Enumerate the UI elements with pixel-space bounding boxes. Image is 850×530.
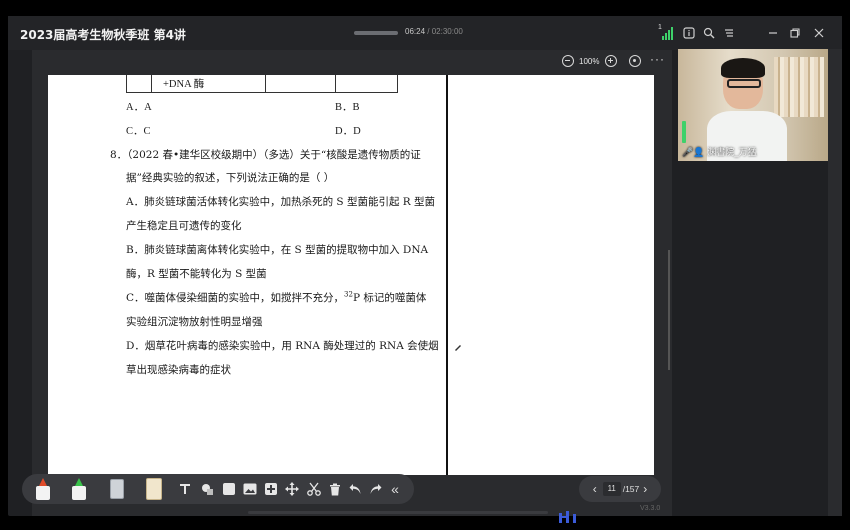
zoom-out-icon[interactable] bbox=[562, 55, 574, 67]
option-c-text-pre: C．噬菌体侵染细菌的实验中，如搅拌不充分， bbox=[126, 292, 345, 304]
signal-icon: 1 bbox=[658, 24, 674, 40]
redo-icon[interactable] bbox=[368, 478, 382, 500]
question-8-option-c-line-1: C．噬菌体侵染细菌的实验中，如搅拌不充分，32P 标记的噬菌体 bbox=[126, 290, 426, 305]
question-8-option-b-line-1: B．肺炎链球菌离体转化实验中，在 S 型菌的提取物中加入 DNA bbox=[126, 244, 429, 256]
option-b: B．B bbox=[335, 102, 360, 113]
vertical-scrollbar[interactable] bbox=[668, 250, 670, 370]
minimize-icon[interactable] bbox=[764, 24, 782, 42]
bottom-progress-bar bbox=[248, 511, 548, 514]
drawing-toolbar: « bbox=[22, 474, 414, 504]
playback-progress[interactable] bbox=[354, 31, 398, 35]
side-strip bbox=[828, 49, 842, 516]
isotope-superscript: 32 bbox=[344, 290, 353, 299]
image-tool-icon[interactable] bbox=[242, 478, 258, 500]
document-toolbar: 100% ··· bbox=[32, 50, 672, 74]
search-zoom-icon[interactable] bbox=[700, 24, 718, 42]
fit-page-icon[interactable] bbox=[629, 55, 641, 67]
document-viewer: 100% ··· +DNA 酶 A．A B．B C．C D．D 8．（2022 … bbox=[32, 50, 672, 516]
page-navigator: ‹ 11 /157 › bbox=[579, 476, 661, 502]
close-icon[interactable] bbox=[810, 24, 828, 42]
logo-mark bbox=[558, 511, 580, 523]
time-current: 06:24 bbox=[405, 27, 426, 36]
zoom-in-icon[interactable] bbox=[605, 55, 617, 67]
title-bar: 2023届高考生物秋季班 第4讲 06:24 / 02:30:00 1 bbox=[8, 16, 842, 50]
rectangle-tool-icon[interactable] bbox=[222, 478, 236, 500]
option-c: C．C bbox=[126, 126, 151, 137]
signal-level: 1 bbox=[658, 24, 662, 31]
collapse-toolbar-icon[interactable]: « bbox=[388, 478, 402, 500]
eraser-tool-icon[interactable] bbox=[110, 479, 124, 499]
current-page-input[interactable]: 11 bbox=[602, 482, 621, 496]
question-8-option-d-line-2: 草出现感染病毒的症状 bbox=[126, 364, 231, 376]
highlighter-tool-icon[interactable] bbox=[72, 478, 86, 500]
text-tool-icon[interactable] bbox=[178, 478, 192, 500]
shape-tool-icon[interactable] bbox=[200, 478, 214, 500]
restore-icon[interactable] bbox=[786, 24, 804, 42]
option-c-text-post: P 标记的噬菌体 bbox=[352, 292, 427, 304]
app-window: 2023届高考生物秋季班 第4讲 06:24 / 02:30:00 1 100%… bbox=[8, 16, 842, 523]
add-icon[interactable] bbox=[264, 478, 278, 500]
info-icon[interactable] bbox=[680, 24, 698, 42]
question-8-option-c-line-2: 实验组沉淀物放射性明显增强 bbox=[126, 316, 263, 328]
pen-tool-icon[interactable] bbox=[36, 478, 50, 500]
time-separator: / bbox=[425, 27, 432, 36]
zoom-level: 100% bbox=[579, 57, 600, 66]
question-8-option-a-line-1: A．肺炎链球菌活体转化实验中，加热杀死的 S 型菌能引起 R 型菌 bbox=[126, 196, 436, 208]
prev-page-icon[interactable]: ‹ bbox=[589, 482, 601, 496]
question-8-line-2: 据”经典实验的叙述，下列说法正确的是（ ） bbox=[126, 172, 335, 184]
question-8-option-d-line-1: D．烟草花叶病毒的感染实验中，用 RNA 酶处理过的 RNA 会使烟 bbox=[126, 340, 439, 352]
time-total: 02:30:00 bbox=[431, 27, 463, 36]
question-8-option-a-line-2: 产生稳定且可遗传的变化 bbox=[126, 220, 242, 232]
app-version: V3.3.0 bbox=[640, 505, 661, 512]
document-page: +DNA 酶 A．A B．B C．C D．D 8．（2022 春•建华区校级期中… bbox=[48, 75, 654, 475]
pen-cursor-icon bbox=[454, 343, 461, 351]
mic-level-indicator bbox=[682, 121, 686, 143]
undo-icon[interactable] bbox=[348, 478, 362, 500]
question-8-line-1: 8．（2022 春•建华区校级期中）（多选）关于“核酸是遗传物质的证 bbox=[110, 149, 421, 161]
playback-time: 06:24 / 02:30:00 bbox=[405, 27, 463, 36]
option-a: A．A bbox=[126, 102, 152, 113]
question-8-option-b-line-2: 酶，R 型菌不能转化为 S 型菌 bbox=[126, 268, 267, 280]
delete-icon[interactable] bbox=[328, 478, 342, 500]
teacher-webcam: 🎤👤 渊書院_万猛 bbox=[678, 49, 828, 161]
webcam-caption: 🎤👤 渊書院_万猛 bbox=[682, 148, 757, 158]
next-page-icon[interactable]: › bbox=[639, 482, 651, 496]
more-options-icon[interactable]: ··· bbox=[650, 52, 665, 66]
table-cell-dna: +DNA 酶 bbox=[163, 79, 205, 90]
move-tool-icon[interactable] bbox=[284, 478, 300, 500]
column-divider bbox=[446, 75, 448, 475]
answer-table-fragment: +DNA 酶 bbox=[126, 75, 398, 93]
scissors-icon[interactable] bbox=[306, 478, 322, 500]
window-title: 2023届高考生物秋季班 第4讲 bbox=[20, 28, 186, 42]
option-d: D．D bbox=[335, 126, 361, 137]
clear-eraser-icon[interactable] bbox=[146, 478, 162, 500]
total-pages: /157 bbox=[622, 484, 640, 494]
menu-icon[interactable] bbox=[720, 24, 738, 42]
